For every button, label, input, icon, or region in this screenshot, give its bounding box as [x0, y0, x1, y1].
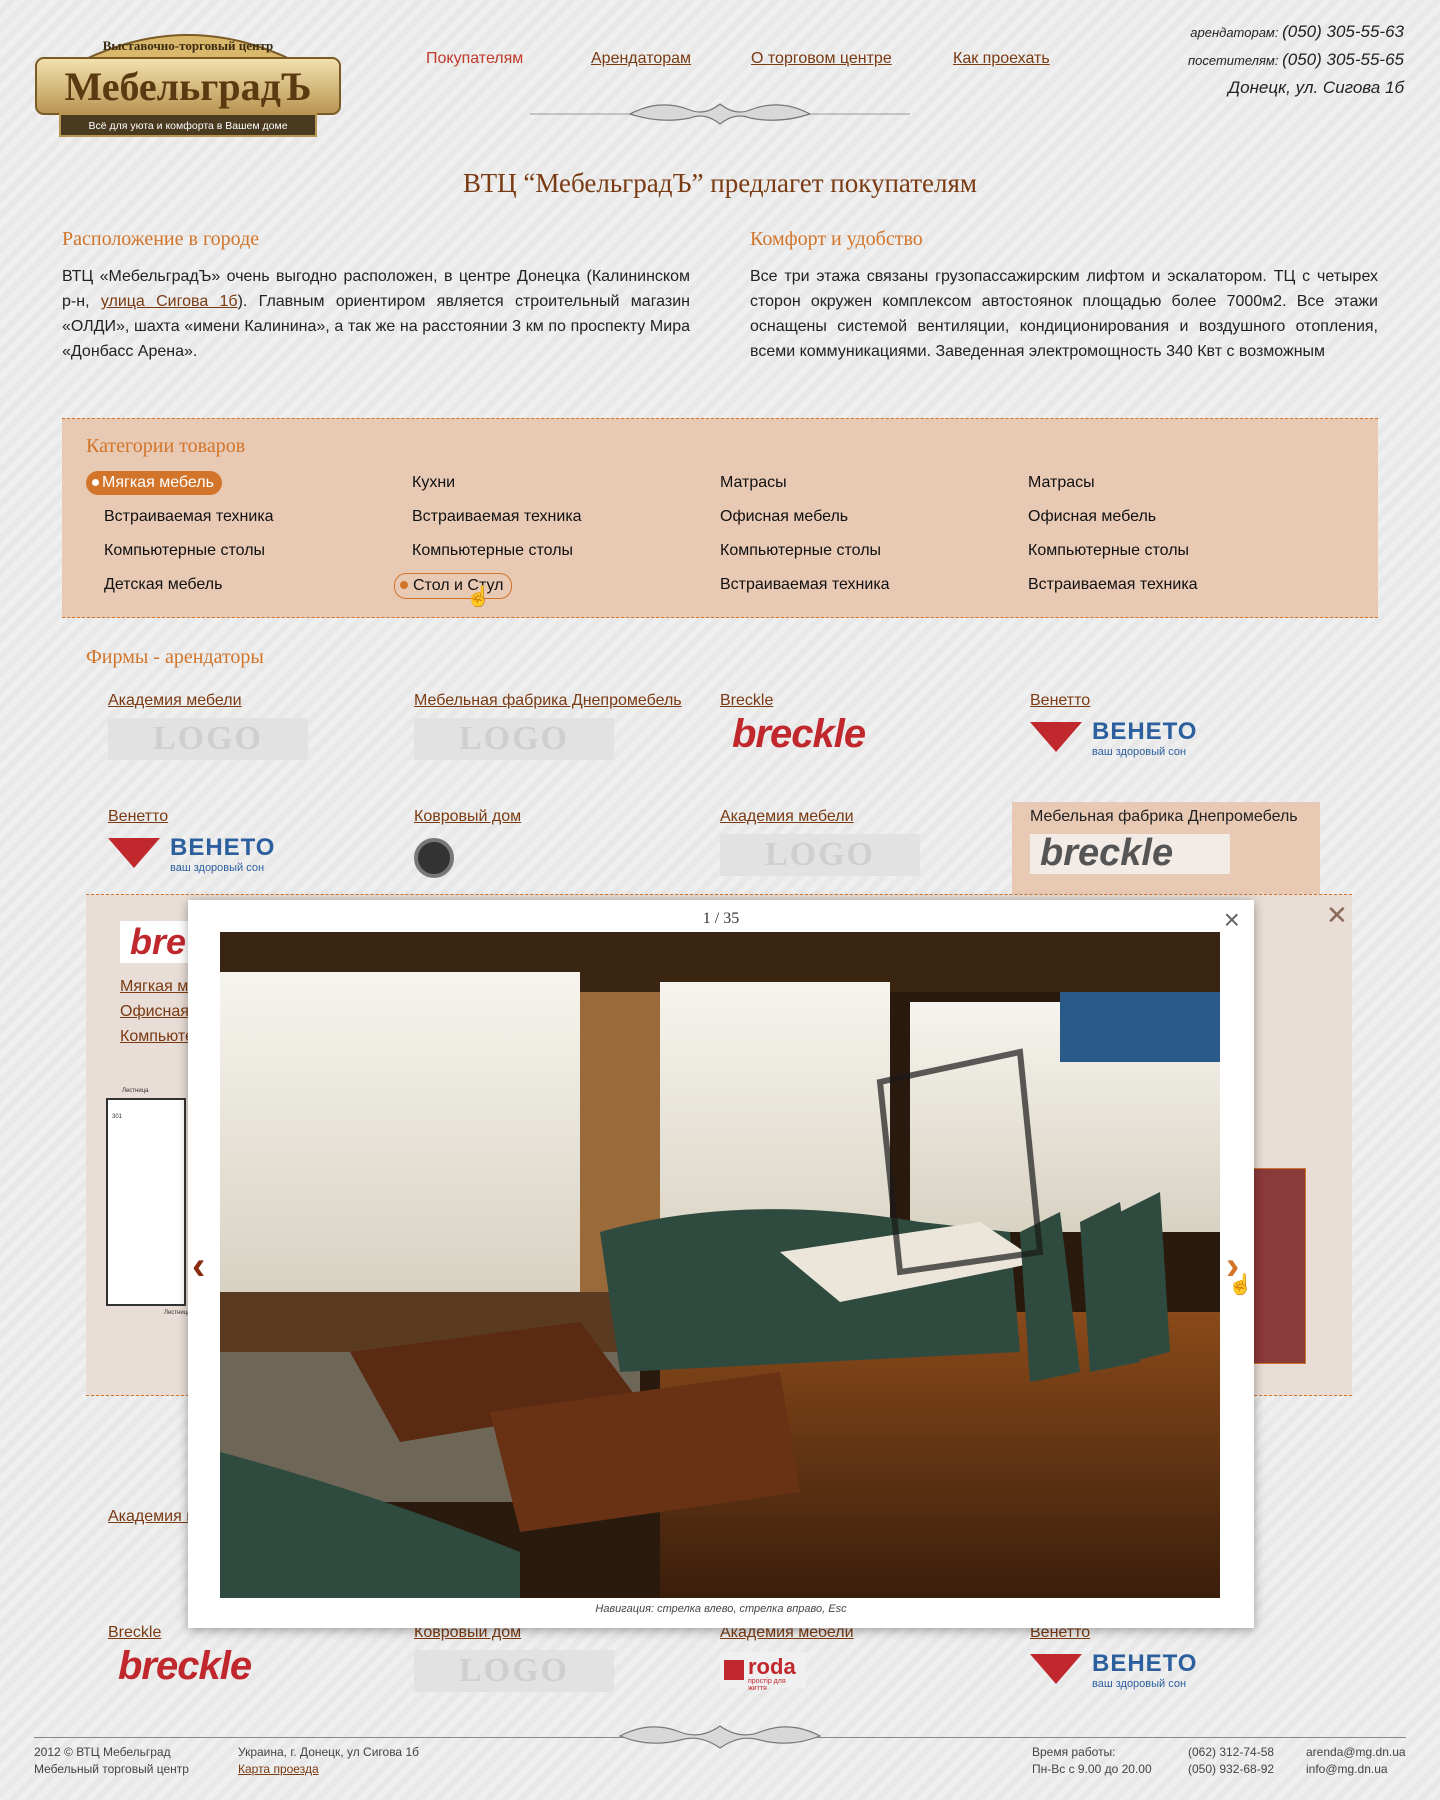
firm-item: Академия мебели: [108, 692, 242, 710]
firm-logo-placeholder[interactable]: LOGO: [108, 718, 308, 760]
lightbox-close-icon[interactable]: ×: [1224, 906, 1240, 934]
carpet-house-logo-icon[interactable]: [414, 838, 454, 878]
category-item[interactable]: Компьютерные столы: [702, 539, 889, 563]
comfort-text: Все три этажа связаны грузопассажирским …: [750, 268, 1378, 360]
category-item-selected[interactable]: Мягкая мебель: [86, 471, 222, 495]
breckle-logo-gray[interactable]: breckle: [1030, 832, 1230, 874]
category-item[interactable]: Матрасы: [702, 471, 795, 495]
firm-link[interactable]: Академия мебели: [720, 808, 854, 825]
detail-logo: bre: [120, 921, 197, 963]
veneto-mark-icon: [108, 838, 160, 868]
category-item[interactable]: Компьютерные столы: [394, 539, 581, 563]
category-item[interactable]: Встраиваемая техника: [1010, 573, 1206, 597]
visitors-phone: (050) 305-55-65: [1282, 50, 1404, 69]
firm-link[interactable]: Ковровый дом: [414, 808, 521, 825]
firm-logo-placeholder[interactable]: LOGO: [720, 834, 920, 876]
firm-logo-placeholder[interactable]: LOGO: [414, 1650, 614, 1692]
page-title: ВТЦ “МебельградЪ” предлагет покупателям: [463, 168, 977, 198]
visitors-label: посетителям:: [1187, 53, 1279, 68]
category-item[interactable]: Встраиваемая техника: [86, 505, 282, 529]
address: Донецк, ул. Сигова 1б: [1228, 78, 1404, 97]
category-item[interactable]: Детская мебель: [86, 573, 230, 597]
firm-item: Академия м: [108, 1508, 197, 1526]
categories-heading: Категории товаров: [86, 435, 246, 457]
firm-link[interactable]: Breckle: [108, 1624, 161, 1641]
category-item[interactable]: Встраиваемая техника: [394, 505, 590, 529]
category-item-hovered[interactable]: Стол и Стул: [394, 573, 513, 599]
lightbox-modal: 1 / 35 × Навигация: стрелка влево, стрел…: [188, 900, 1254, 1628]
breckle-logo[interactable]: breckle: [118, 1644, 252, 1689]
hand-cursor-icon: ☝: [1228, 1274, 1253, 1296]
lightbox-hint: Навигация: стрелка влево, стрелка вправо…: [595, 1603, 847, 1615]
firm-item: Венетто: [108, 808, 168, 826]
category-item[interactable]: Офисная мебель: [702, 505, 856, 529]
tenants-label: арендаторам:: [1190, 25, 1279, 40]
location-heading: Расположение в городе: [62, 228, 260, 250]
detail-category-link[interactable]: Компьюте: [120, 1028, 194, 1046]
lightbox-photo[interactable]: [220, 932, 1220, 1598]
nav-directions[interactable]: Как проехать: [953, 50, 1050, 68]
firm-link[interactable]: Венетто: [1030, 692, 1090, 709]
firm-link[interactable]: Академия мебели: [108, 692, 242, 709]
footer-copyright: 2012 © ВТЦ Мебельград Мебельный торговый …: [34, 1745, 189, 1776]
category-item[interactable]: Встраиваемая техника: [702, 573, 898, 597]
detail-category-link[interactable]: Офисная: [120, 1003, 189, 1021]
nav-buyers[interactable]: Покупателям: [426, 50, 523, 68]
nav-tenants[interactable]: Арендаторам: [591, 50, 691, 68]
footer-address: Украина, г. Донецк, ул Сигова 1б Карта п…: [238, 1745, 419, 1776]
categories-panel: Категории товаров Мягкая мебель Встраива…: [62, 418, 1378, 618]
firm-logo-placeholder[interactable]: LOGO: [414, 718, 614, 760]
site-logo[interactable]: Выставочно-торговый центр МебельградЪ Вс…: [34, 20, 342, 142]
firm-item: Ковровый дом: [414, 808, 521, 826]
roda-mark-icon: [724, 1660, 744, 1680]
veneto-logo[interactable]: ВЕНЕТО ваш здоровый сон: [108, 832, 283, 876]
veneto-logo[interactable]: ВЕНЕТО ваш здоровый сон: [1030, 1648, 1205, 1692]
ornament-divider: [530, 103, 910, 125]
category-item[interactable]: Кухни: [394, 471, 463, 495]
logo-tagline: Всё для уюта и комфорта в Вашем доме: [88, 120, 287, 132]
hand-cursor-icon: ☝: [466, 586, 491, 608]
floor-plan[interactable]: Лестница 301 Лестница: [106, 1088, 190, 1316]
lightbox-counter: 1 / 35: [702, 910, 740, 927]
firm-item: Академия мебели: [720, 808, 854, 826]
footer-hours: Время работы: Пн-Вс с 9.00 до 20.00: [1032, 1745, 1152, 1776]
tenants-phone: (050) 305-55-63: [1282, 22, 1404, 41]
firm-link[interactable]: Академия м: [108, 1508, 197, 1525]
street-link[interactable]: улица Сигова 1б: [101, 293, 238, 310]
comfort-heading: Комфорт и удобство: [750, 228, 923, 250]
lightbox-prev-icon[interactable]: ‹: [192, 1246, 205, 1286]
firms-heading: Фирмы - арендаторы: [86, 646, 264, 668]
header-contacts: арендаторам: (050) 305-55-63 посетителям…: [1188, 18, 1404, 101]
category-item[interactable]: Компьютерные столы: [1010, 539, 1197, 563]
veneto-mark-icon: [1030, 722, 1082, 752]
logo-line1: Выставочно-торговый центр: [103, 38, 274, 53]
logo-brand: МебельградЪ: [64, 64, 311, 109]
breckle-logo[interactable]: breckle: [732, 712, 866, 757]
firm-name-highlighted[interactable]: Мебельная фабрика Днепромебель: [1030, 808, 1298, 826]
detail-close-icon[interactable]: ✕: [1326, 900, 1348, 931]
firm-item: Breckle: [108, 1624, 161, 1642]
veneto-mark-icon: [1030, 1654, 1082, 1684]
firm-item: Breckle: [720, 692, 773, 710]
footer-ornament: [618, 1725, 822, 1749]
category-item[interactable]: Матрасы: [1010, 471, 1103, 495]
footer-phones: (062) 312-74-58 (050) 932-68-92: [1188, 1745, 1275, 1776]
roda-logo[interactable]: roda простір для життя: [720, 1652, 806, 1692]
veneto-logo[interactable]: ВЕНЕТО ваш здоровый сон: [1030, 716, 1205, 760]
firm-link[interactable]: Венетто: [108, 808, 168, 825]
category-item[interactable]: Офисная мебель: [1010, 505, 1164, 529]
firm-item: Венетто: [1030, 692, 1090, 710]
category-item[interactable]: Компьютерные столы: [86, 539, 273, 563]
map-link[interactable]: Карта проезда: [238, 1762, 319, 1776]
detail-category-link[interactable]: Мягкая м: [120, 978, 188, 996]
firm-item: Мебельная фабрика Днепромебель: [414, 692, 682, 710]
main-nav: Покупателям Арендаторам О торговом центр…: [426, 50, 1106, 80]
firm-link[interactable]: Мебельная фабрика Днепромебель: [414, 692, 682, 709]
footer-emails: arenda@mg.dn.ua info@mg.dn.ua: [1306, 1745, 1406, 1776]
location-text: ВТЦ «МебельградЪ» очень выгодно располож…: [62, 268, 691, 360]
nav-about[interactable]: О торговом центре: [751, 50, 892, 68]
firm-link[interactable]: Breckle: [720, 692, 773, 709]
